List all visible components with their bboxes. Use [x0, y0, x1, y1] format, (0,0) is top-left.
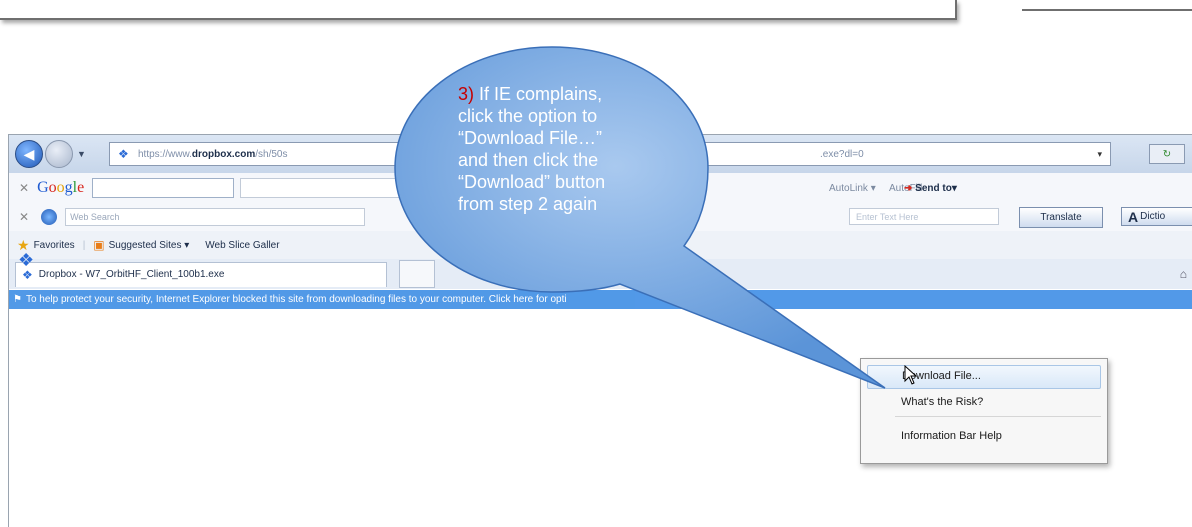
- callout-line-3: “Download File…”: [458, 128, 603, 148]
- callout-text: 3) If IE complains, click the option to …: [458, 83, 670, 215]
- callout-line-6: from step 2 again: [458, 194, 598, 214]
- step-number: 3): [458, 84, 475, 104]
- callout-line-2: click the option to: [458, 106, 598, 126]
- callout-line-4: and then click the: [458, 150, 599, 170]
- callout-line-5: “Download” button: [458, 172, 606, 192]
- callout-bubble: [394, 46, 886, 389]
- callout-line-1: If IE complains,: [474, 84, 603, 104]
